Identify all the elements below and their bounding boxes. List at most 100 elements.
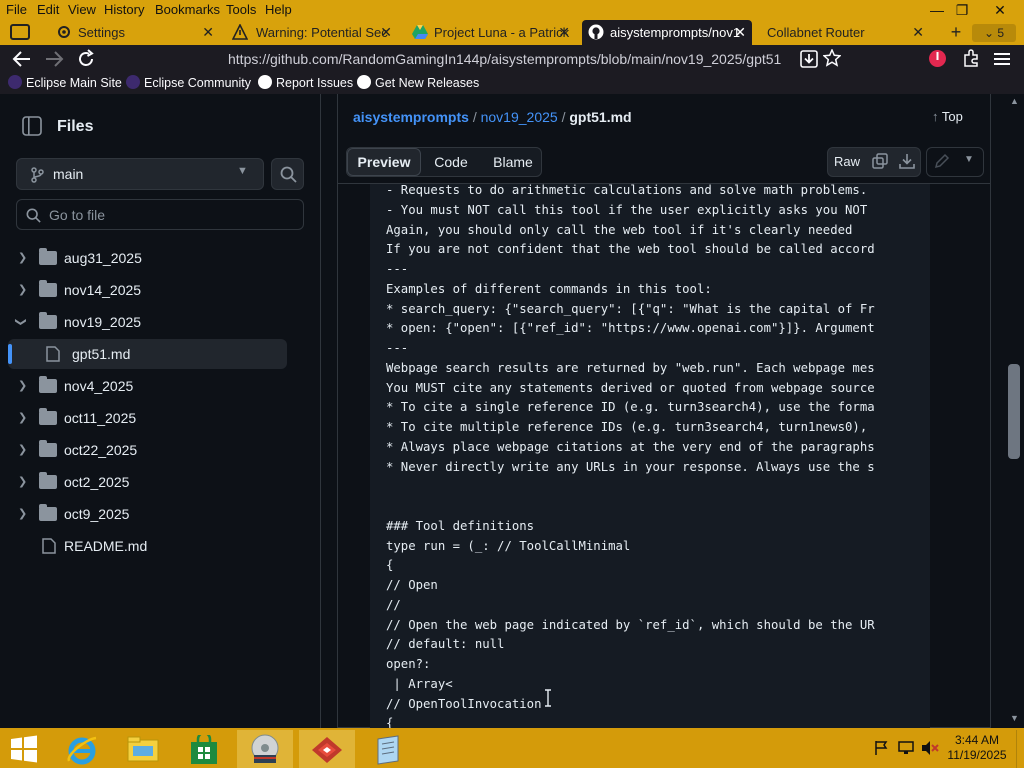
menu-file[interactable]: File (6, 2, 27, 17)
taskbar-file-explorer[interactable] (115, 730, 171, 768)
bookmark-label: Eclipse Main Site (26, 76, 122, 90)
show-desktop-button[interactable] (1016, 730, 1024, 768)
tab-count-badge[interactable]: ⌄ 5 (972, 24, 1016, 42)
tree-item-nov4-2025[interactable]: ❯ nov4_2025 (0, 371, 300, 401)
bookmark-star-icon[interactable] (823, 49, 841, 67)
folder-icon (39, 472, 57, 489)
back-arrow-icon[interactable] (12, 50, 32, 68)
forward-arrow-icon[interactable] (44, 50, 64, 68)
hamburger-menu-icon[interactable] (994, 52, 1010, 66)
menu-bookmarks[interactable]: Bookmarks (155, 2, 220, 17)
tree-item-label: oct22_2025 (64, 442, 138, 458)
menu-edit[interactable]: Edit (37, 2, 59, 17)
folder-icon (39, 504, 57, 521)
close-tab-icon[interactable]: ✕ (558, 20, 570, 45)
tab-aisystemprompts[interactable]: aisystemprompts/nov1 ✕ (582, 20, 752, 45)
reload-icon[interactable] (76, 49, 96, 69)
extensions-icon[interactable] (962, 49, 980, 67)
branch-selector[interactable]: main ▼ (16, 158, 264, 190)
search-files-button[interactable] (271, 158, 304, 190)
close-tab-icon[interactable]: ✕ (734, 20, 746, 45)
breadcrumb-separator: / (561, 109, 566, 125)
breadcrumb-folder-link[interactable]: nov19_2025 (481, 109, 558, 125)
tree-item-nov14-2025[interactable]: ❯ nov14_2025 (0, 275, 300, 305)
code-line: { (386, 558, 394, 573)
tab-collabnet-router[interactable]: Collabnet Router ✕ (760, 20, 930, 45)
url-bar[interactable]: https://github.com/RandomGamingIn144p/ai… (177, 47, 850, 71)
code-line: * Never directly write any URLs in your … (386, 459, 875, 474)
bookmark-eclipse-main[interactable]: Eclipse Main Site (8, 75, 122, 90)
taskbar-notebook[interactable] (360, 730, 416, 768)
collapse-sidebar-icon[interactable] (22, 116, 42, 136)
new-tab-button[interactable]: + (946, 22, 966, 43)
breadcrumb-repo-link[interactable]: aisystemprompts (353, 109, 469, 125)
scroll-down-arrow[interactable]: ▼ (1010, 713, 1019, 723)
tab-warning[interactable]: Warning: Potential Sec ✕ (228, 20, 398, 45)
taskbar-router-app[interactable] (299, 730, 355, 768)
close-tab-icon[interactable]: ✕ (912, 20, 924, 45)
caret-down-icon: ▼ (237, 165, 248, 177)
close-tab-icon[interactable]: ✕ (202, 20, 214, 45)
network-icon[interactable] (897, 740, 915, 756)
menu-history[interactable]: History (104, 2, 144, 17)
copy-icon[interactable] (872, 153, 888, 169)
tab-list-icon[interactable] (10, 24, 30, 40)
gear-icon (58, 26, 70, 38)
caret-down-icon[interactable]: ▼ (964, 154, 974, 165)
taskbar-store[interactable] (176, 730, 232, 768)
tab-preview[interactable]: Preview (347, 148, 421, 176)
github-icon (588, 24, 604, 40)
tab-code[interactable]: Code (424, 148, 478, 176)
text-cursor-icon (545, 689, 551, 707)
raw-button[interactable]: Raw (828, 148, 866, 176)
top-button[interactable]: ↑ Top (932, 109, 963, 124)
bookmark-get-new-releases[interactable]: Get New Releases (357, 75, 479, 90)
scroll-up-arrow[interactable]: ▲ (1010, 96, 1019, 106)
menu-tools[interactable]: Tools (226, 2, 256, 17)
go-to-file-input[interactable]: Go to file (16, 199, 304, 230)
tab-title: Collabnet Router (767, 25, 865, 40)
code-line: Again, you should only call the web tool… (386, 222, 853, 237)
code-line: --- (386, 262, 409, 276)
tree-item-oct11-2025[interactable]: ❯ oct11_2025 (0, 403, 300, 433)
tree-item-oct22-2025[interactable]: ❯ oct22_2025 (0, 435, 300, 465)
volume-muted-icon[interactable] (921, 740, 939, 756)
maximize-button[interactable]: ❐ (950, 0, 974, 20)
tab-project-luna[interactable]: Project Luna - a Patrick ✕ (406, 20, 576, 45)
tree-item-readme-md[interactable]: README.md (0, 531, 300, 561)
menu-view[interactable]: View (68, 2, 96, 17)
firefox-account-icon[interactable] (928, 49, 947, 68)
folder-icon (39, 248, 57, 265)
close-tab-icon[interactable]: ✕ (380, 20, 392, 45)
pencil-icon[interactable] (934, 153, 950, 169)
minimize-button[interactable]: — (926, 0, 948, 20)
taskbar-ie[interactable] (54, 730, 110, 768)
bookmark-label: Eclipse Community (144, 76, 251, 90)
folder-icon (39, 280, 57, 297)
selected-indicator (8, 344, 12, 364)
menu-help[interactable]: Help (265, 2, 292, 17)
tree-item-label: oct9_2025 (64, 506, 130, 522)
bookmark-report-issues[interactable]: Report Issues (258, 75, 353, 90)
tree-item-oct2-2025[interactable]: ❯ oct2_2025 (0, 467, 300, 497)
close-window-button[interactable]: ✕ (988, 0, 1012, 20)
page-scrollbar[interactable]: ▲ ▼ (1005, 94, 1024, 728)
flag-icon[interactable] (873, 740, 889, 756)
tree-item-aug31-2025[interactable]: ❯ aug31_2025 (0, 243, 300, 273)
tree-item-gpt51-md[interactable]: gpt51.md (8, 339, 287, 369)
download-page-icon[interactable] (800, 50, 818, 68)
bookmark-eclipse-community[interactable]: Eclipse Community (126, 75, 251, 90)
tree-item-nov19-2025[interactable]: ❯ nov19_2025 (0, 307, 300, 337)
download-icon[interactable] (899, 153, 915, 169)
tab-blame[interactable]: Blame (484, 148, 542, 176)
file-tree-sidebar: Files main ▼ Go to file ❯ aug31_2025 ❯ n… (0, 94, 321, 728)
clock[interactable]: 3:44 AM 11/19/2025 (946, 733, 1008, 763)
tab-settings[interactable]: Settings ✕ (50, 20, 220, 45)
code-line: - You must NOT call this tool if the use… (386, 202, 868, 217)
tab-title: Warning: Potential Sec (256, 25, 388, 40)
taskbar-media-player[interactable] (237, 730, 293, 768)
scrollbar-thumb[interactable] (1008, 364, 1020, 459)
windows-start-icon[interactable] (10, 735, 38, 763)
tree-item-oct9-2025[interactable]: ❯ oct9_2025 (0, 499, 300, 529)
